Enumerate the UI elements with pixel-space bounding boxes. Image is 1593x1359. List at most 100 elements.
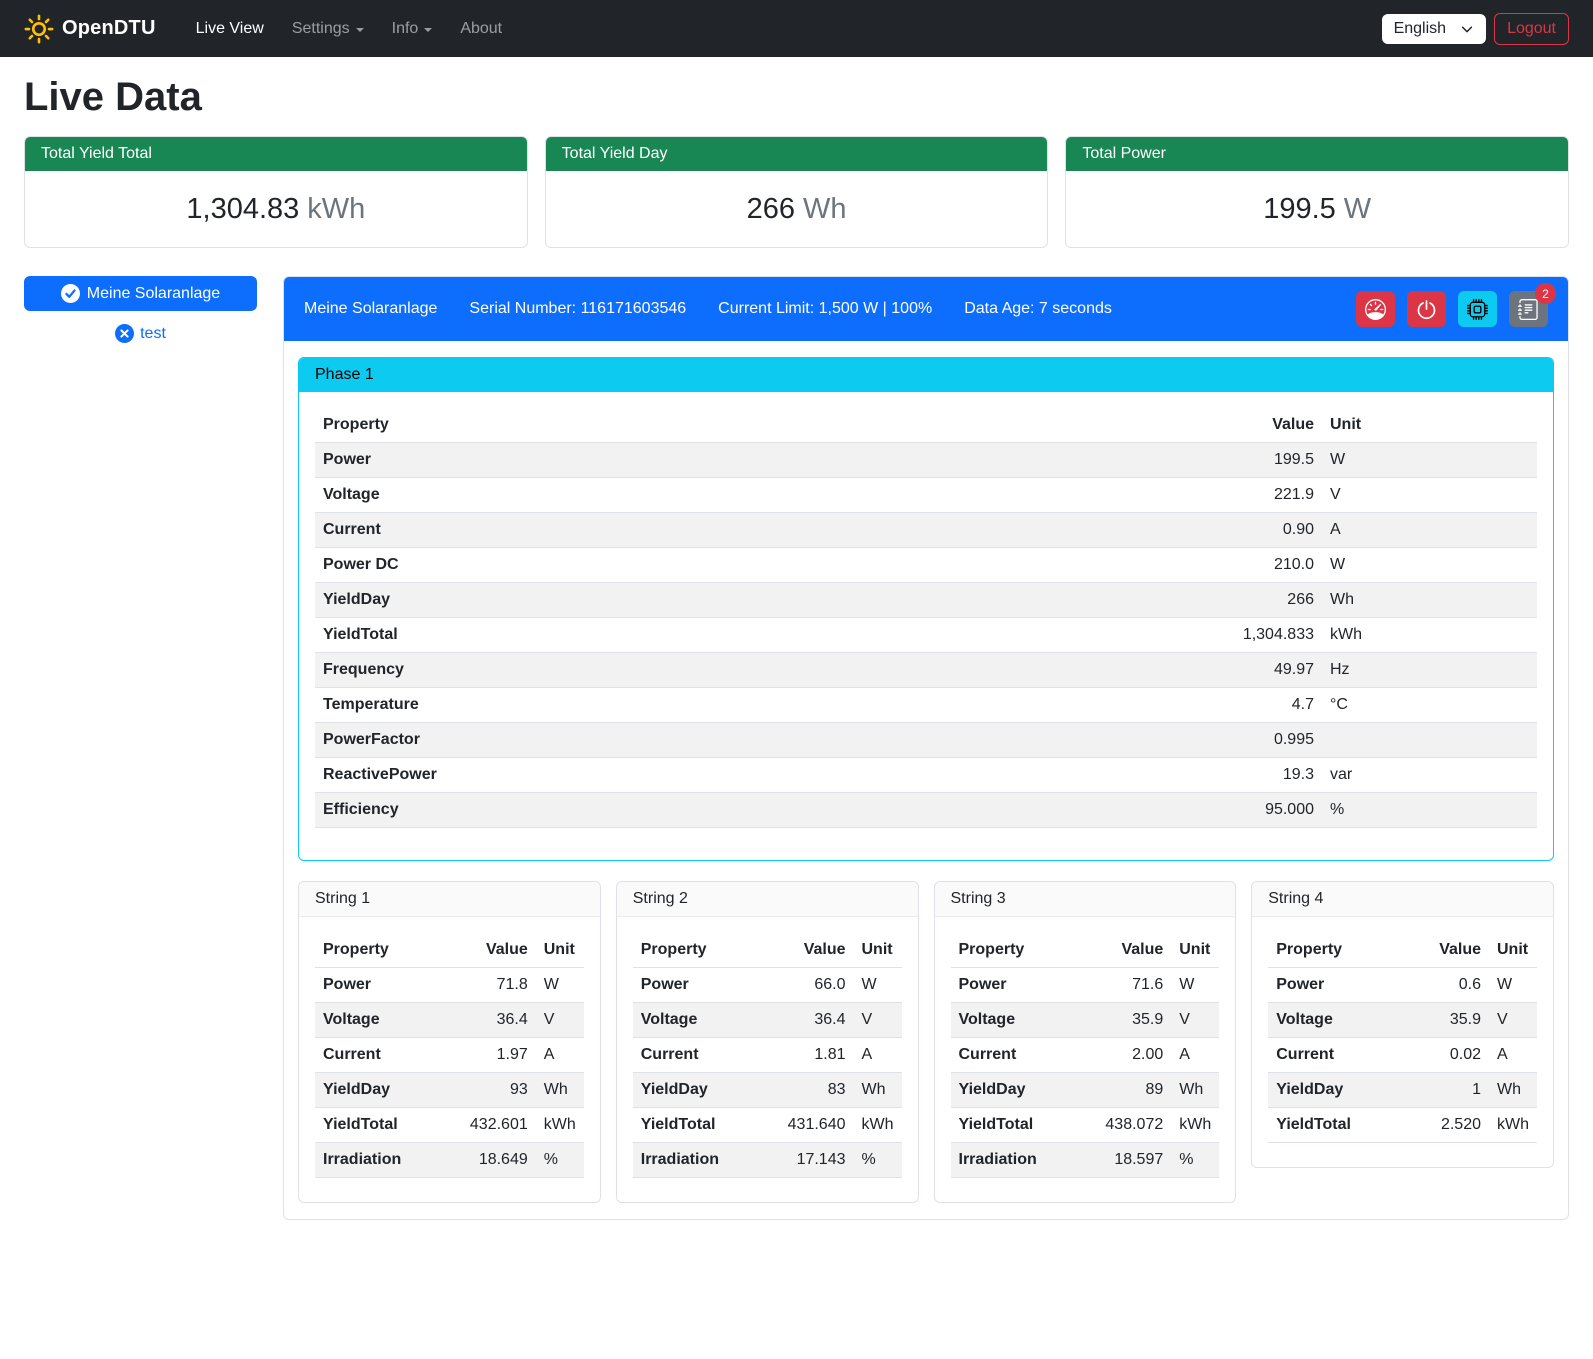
property-cell: YieldDay [951,1073,1088,1108]
inverter-select-button[interactable]: Meine Solaranlage [24,276,257,311]
table-row: YieldTotal432.601kWh [315,1108,584,1143]
table-row: YieldDay266Wh [315,583,1537,618]
total-yield-day-card: Total Yield Day 266 Wh [545,136,1049,248]
value-cell: 18.649 [452,1143,536,1178]
serial-number: Serial Number: 116171603546 [469,300,686,318]
inverter-actions: 2 [1356,291,1548,327]
value-cell: 438.072 [1087,1108,1171,1143]
device-info-button[interactable] [1458,291,1497,327]
value-cell: 19.3 [1212,758,1322,793]
table-row: Irradiation18.649% [315,1143,584,1178]
nav-item-about[interactable]: About [446,12,516,46]
inverter-panel: Meine Solaranlage Serial Number: 1161716… [283,276,1569,1220]
string-4-panel: String 4 PropertyValueUnitPower0.6WVolta… [1251,881,1554,1168]
table-row: Power DC210.0W [315,548,1537,583]
table-row: Voltage221.9V [315,478,1537,513]
logout-button[interactable]: Logout [1494,13,1569,45]
value-cell: 210.0 [1212,548,1322,583]
unit-cell: var [1322,758,1537,793]
property-cell: Temperature [315,688,1212,723]
column-header: Unit [854,933,902,968]
property-cell: YieldDay [633,1073,770,1108]
power-button[interactable] [1407,291,1446,327]
column-header: Value [1087,933,1171,968]
value-cell: 0.90 [1212,513,1322,548]
table-row: YieldTotal438.072kWh [951,1108,1220,1143]
chevron-down-icon [1460,22,1474,36]
current-limit: Current Limit: 1,500 W | 100% [718,300,932,318]
power-icon [1416,299,1437,320]
property-cell: Frequency [315,653,1212,688]
limit-settings-button[interactable] [1356,291,1395,327]
property-cell: Current [1268,1038,1405,1073]
string-1-panel: String 1 PropertyValueUnitPower71.8WVolt… [298,881,601,1203]
unit-cell: Hz [1322,653,1537,688]
card-value: 1,304.83 [186,193,299,226]
table-row: Irradiation17.143% [633,1143,902,1178]
unit-cell: Wh [854,1073,902,1108]
property-cell: ReactivePower [315,758,1212,793]
unit-cell: kWh [1322,618,1537,653]
unit-cell: kWh [854,1108,902,1143]
value-cell: 83 [770,1073,854,1108]
inverter-name: Meine Solaranlage [304,300,437,318]
table-row: Temperature4.7°C [315,688,1537,723]
data-age: Data Age: 7 seconds [964,300,1112,318]
column-header: Unit [1171,933,1219,968]
property-cell: Current [633,1038,770,1073]
unit-cell: V [1171,1003,1219,1038]
table-row: ReactivePower19.3var [315,758,1537,793]
speedometer-icon [1365,299,1386,320]
property-cell: Irradiation [315,1143,452,1178]
value-cell: 1.97 [452,1038,536,1073]
unit-cell: Wh [1322,583,1537,618]
nav-item-settings[interactable]: Settings [278,12,378,46]
table-row: YieldDay83Wh [633,1073,902,1108]
property-cell: Voltage [633,1003,770,1038]
value-cell: 2.520 [1405,1108,1489,1143]
nav-item-live-view[interactable]: Live View [182,12,278,46]
total-yield-total-card: Total Yield Total 1,304.83 kWh [24,136,528,248]
value-cell: 0.995 [1212,723,1322,758]
table-row: Power199.5W [315,443,1537,478]
property-cell: Voltage [951,1003,1088,1038]
unit-cell [1322,723,1537,758]
string-4-table: PropertyValueUnitPower0.6WVoltage35.9VCu… [1268,933,1537,1143]
brand[interactable]: OpenDTU [24,14,156,44]
table-row: Power66.0W [633,968,902,1003]
value-cell: 266 [1212,583,1322,618]
property-cell: YieldTotal [315,618,1212,653]
summary-cards: Total Yield Total 1,304.83 kWh Total Yie… [24,136,1569,248]
value-cell: 2.00 [1087,1038,1171,1073]
column-header: Property [315,933,452,968]
inverter-item-test[interactable]: test [24,324,257,343]
inverter-sidebar: Meine Solaranlage test [24,276,257,343]
table-row: Voltage36.4V [633,1003,902,1038]
string-2-table: PropertyValueUnitPower66.0WVoltage36.4VC… [633,933,902,1178]
unit-cell: kWh [1171,1108,1219,1143]
unit-cell: V [536,1003,584,1038]
total-power-card: Total Power 199.5 W [1065,136,1569,248]
inverter-panel-header[interactable]: Meine Solaranlage Serial Number: 1161716… [284,277,1568,341]
unit-cell: W [854,968,902,1003]
unit-cell: % [1322,793,1537,828]
language-select[interactable]: English [1382,14,1486,44]
property-cell: Power DC [315,548,1212,583]
unit-cell: V [1322,478,1537,513]
event-log-button[interactable]: 2 [1509,291,1548,327]
value-cell: 0.02 [1405,1038,1489,1073]
property-cell: Efficiency [315,793,1212,828]
unit-cell: A [1171,1038,1219,1073]
table-row: Power71.6W [951,968,1220,1003]
unit-cell: A [854,1038,902,1073]
nav-item-info[interactable]: Info [378,12,447,46]
table-header-row: PropertyValueUnit [951,933,1220,968]
value-cell: 93 [452,1073,536,1108]
event-count-badge: 2 [1535,283,1556,304]
column-header: Property [951,933,1088,968]
property-cell: Voltage [1268,1003,1405,1038]
property-cell: Power [315,443,1212,478]
unit-cell: W [536,968,584,1003]
card-unit: kWh [307,193,365,226]
table-row: YieldTotal431.640kWh [633,1108,902,1143]
